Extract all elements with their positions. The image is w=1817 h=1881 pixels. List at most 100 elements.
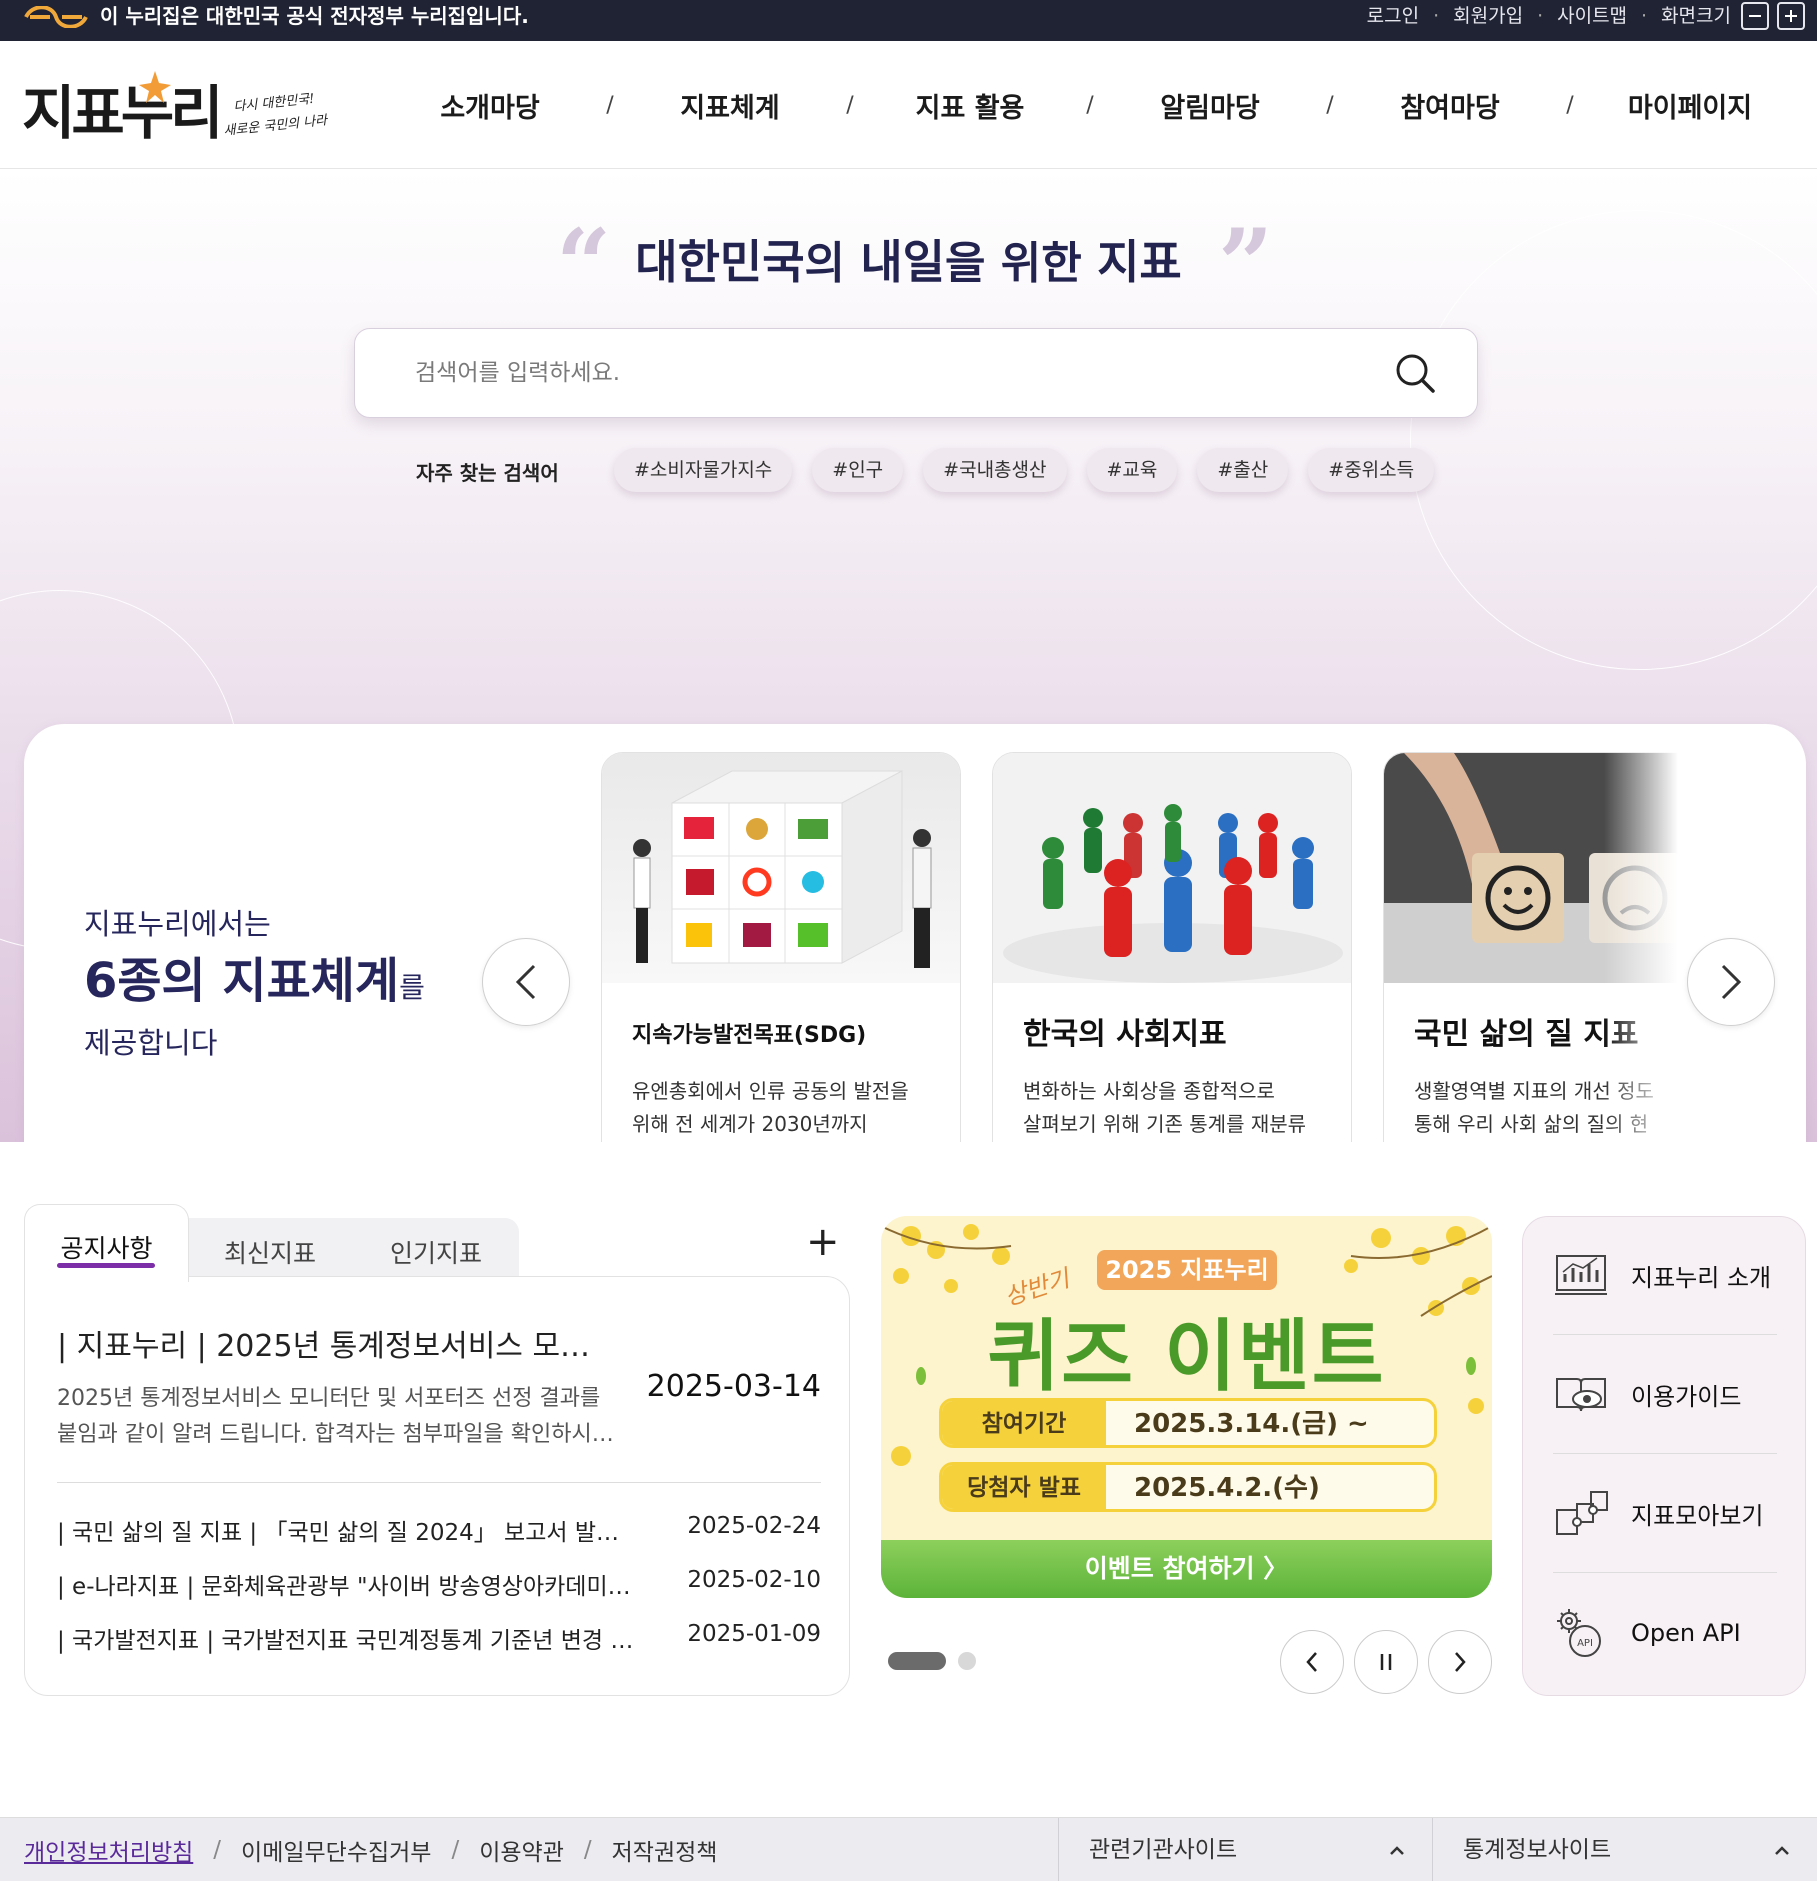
cards-prev-button[interactable] bbox=[482, 938, 570, 1026]
banner-pause-button[interactable] bbox=[1354, 1630, 1418, 1694]
sitemap-link[interactable]: 사이트맵 bbox=[1557, 2, 1627, 30]
keyword-chip[interactable]: #소비자물가지수 bbox=[614, 448, 793, 492]
tab-latest-indicators[interactable]: 최신지표 bbox=[224, 1234, 316, 1270]
gov-notice-text: 이 누리집은 대한민국 공식 전자정부 누리집입니다. bbox=[100, 4, 529, 28]
tab-popular-indicators[interactable]: 인기지표 bbox=[390, 1234, 482, 1270]
nav-indicator-use[interactable]: 지표 활용 bbox=[884, 86, 1056, 125]
zoom-out-button[interactable] bbox=[1741, 2, 1769, 30]
egov-logo-icon bbox=[24, 6, 88, 28]
cards-next-button[interactable] bbox=[1687, 938, 1775, 1026]
intro-line1: 지표누리에서는 bbox=[84, 907, 271, 941]
nav-separator: / bbox=[1566, 92, 1574, 118]
select-label: 통계정보사이트 bbox=[1463, 1837, 1612, 1863]
announce-label: 당첨자 발표 bbox=[942, 1465, 1106, 1509]
join-event-button[interactable]: 이벤트 참여하기 〉 bbox=[881, 1540, 1492, 1598]
notice-row[interactable]: | 국가발전지표 | 국가발전지표 국민계정통계 기준년 변경 안내 2025-… bbox=[57, 1621, 821, 1661]
terms-link[interactable]: 이용약관 bbox=[479, 1833, 564, 1867]
quick-link-collection[interactable]: 지표모아보기 bbox=[1553, 1455, 1777, 1573]
chevron-right-icon bbox=[1455, 1652, 1466, 1672]
nav-notice[interactable]: 알림마당 bbox=[1124, 86, 1296, 125]
site-logo[interactable]: 지표누리 다시 대한민국! 새로운 국민의 나라 bbox=[22, 63, 342, 147]
event-banner[interactable]: 상반기 2025 지표누리 퀴즈 이벤트 참여기간 2025.3.14.(금) … bbox=[881, 1216, 1492, 1598]
card-title: 한국의 사회지표 bbox=[1023, 1017, 1227, 1052]
stats-sites-select[interactable]: 통계정보사이트 bbox=[1432, 1818, 1817, 1881]
notice-row[interactable]: | e-나라지표 | 문화체육관광부 "사이버 방송영상아카데미" 지표 신규 … bbox=[57, 1567, 821, 1607]
people-figures-image bbox=[993, 753, 1351, 983]
nav-intro[interactable]: 소개마당 bbox=[404, 86, 576, 125]
banner-tag: 2025 지표누리 bbox=[1097, 1250, 1277, 1290]
chart-monitor-icon bbox=[1555, 1254, 1607, 1295]
period-value: 2025.3.14.(금) ~ 3.28(금) bbox=[1134, 1409, 1369, 1439]
notice-title: | 국민 삶의 질 지표 | 「국민 삶의 질 2024」 보고서 발간 안내 bbox=[57, 1520, 637, 1546]
footer-separator: / bbox=[213, 1837, 222, 1863]
keyword-chip[interactable]: #교육 bbox=[1086, 448, 1178, 492]
announce-value: 2025.4.2.(수) bbox=[1134, 1473, 1320, 1503]
footer-bar: 개인정보처리방침 / 이메일무단수집거부 / 이용약관 / 저작권정책 관련기관… bbox=[0, 1817, 1817, 1881]
featured-notice-date: 2025-03-14 bbox=[646, 1369, 821, 1404]
featured-notice-title[interactable]: | 지표누리 | 2025년 통계정보서비스 모니터단 및 서포터즈 선정 결과 bbox=[57, 1321, 617, 1365]
nav-separator: / bbox=[1086, 92, 1094, 118]
screen-size-label: 화면크기 bbox=[1661, 5, 1731, 27]
chevron-left-icon bbox=[515, 964, 536, 1000]
util-separator: · bbox=[1433, 5, 1440, 27]
login-link[interactable]: 로그인 bbox=[1367, 2, 1419, 30]
system-card-sdg[interactable]: 지속가능발전목표(SDG) 유엔총회에서 인류 공동의 발전을 위해 전 세계가… bbox=[601, 752, 961, 1142]
quick-link-label: 이용가이드 bbox=[1631, 1383, 1742, 1411]
quick-link-guide[interactable]: 이용가이드 bbox=[1553, 1336, 1777, 1454]
quick-link-open-api[interactable]: API Open API bbox=[1553, 1574, 1777, 1692]
select-label: 관련기관사이트 bbox=[1089, 1837, 1238, 1863]
system-card-social[interactable]: 한국의 사회지표 변화하는 사회상을 종합적으로 살펴보기 위해 기존 통계를 … bbox=[992, 752, 1352, 1142]
notice-date: 2025-01-09 bbox=[687, 1621, 821, 1647]
banner-prev-button[interactable] bbox=[1280, 1630, 1344, 1694]
notice-title: | e-나라지표 | 문화체육관광부 "사이버 방송영상아카데미" 지표 신규 … bbox=[57, 1574, 637, 1600]
search-icon[interactable] bbox=[1393, 351, 1437, 395]
banner-next-button[interactable] bbox=[1428, 1630, 1492, 1694]
keyword-chip[interactable]: #출산 bbox=[1197, 448, 1289, 492]
logo-text: 지표누리 bbox=[22, 79, 219, 147]
pagination-dot-active[interactable] bbox=[888, 1652, 946, 1670]
tab-notice[interactable]: 공지사항 bbox=[24, 1204, 189, 1282]
winner-announce-row: 당첨자 발표 2025.4.2.(수) bbox=[939, 1462, 1437, 1512]
zoom-in-button[interactable] bbox=[1777, 2, 1805, 30]
quick-link-label: 지표누리 소개 bbox=[1631, 1264, 1772, 1292]
pagination-dot[interactable] bbox=[958, 1652, 976, 1670]
keyword-chip[interactable]: #국내총생산 bbox=[923, 448, 1067, 492]
quick-links: 지표누리 소개 이용가이드 지표모아보기 API Open API bbox=[1522, 1216, 1806, 1696]
copyright-policy-link[interactable]: 저작권정책 bbox=[612, 1833, 718, 1867]
intro-big: 6종의 지표체계 bbox=[84, 953, 400, 1009]
hero-section: “ ” 대한민국의 내일을 위한 지표 자주 찾는 검색어 #소비자물가지수 #… bbox=[0, 170, 1817, 1142]
nav-separator: / bbox=[606, 92, 614, 118]
quick-link-about[interactable]: 지표누리 소개 bbox=[1553, 1217, 1777, 1335]
quick-link-label: Open API bbox=[1631, 1619, 1741, 1647]
signup-link[interactable]: 회원가입 bbox=[1453, 2, 1523, 30]
cards-carousel: 지속가능발전목표(SDG) 유엔총회에서 인류 공동의 발전을 위해 전 세계가… bbox=[601, 752, 1678, 1142]
intro-line3: 제공합니다 bbox=[84, 1026, 218, 1060]
nav-indicator-system[interactable]: 지표체계 bbox=[644, 86, 816, 125]
privacy-policy-link[interactable]: 개인정보처리방침 bbox=[24, 1833, 193, 1867]
book-eye-icon bbox=[1556, 1377, 1606, 1411]
notice-list: | 지표누리 | 2025년 통계정보서비스 모니터단 및 서포터즈 선정 결과… bbox=[24, 1276, 850, 1696]
card-description: 변화하는 사회상을 종합적으로 살펴보기 위해 기존 통계를 재분류 및 가공하… bbox=[1023, 1079, 1307, 1136]
nav-participation[interactable]: 참여마당 bbox=[1364, 86, 1536, 125]
logo-slogan-line2: 새로운 국민의 나라 bbox=[223, 113, 330, 139]
summary-line: 2025년 통계정보서비스 모니터단 및 서포터즈 선정 결과를 bbox=[57, 1386, 601, 1411]
chevron-right-icon bbox=[1721, 964, 1742, 1000]
nav-separator: / bbox=[846, 92, 854, 118]
search-box bbox=[354, 328, 1478, 418]
more-button[interactable]: + bbox=[806, 1222, 840, 1262]
title-part-indicator: 지표 bbox=[1097, 235, 1182, 289]
search-input[interactable] bbox=[415, 353, 1315, 393]
event-period-row: 참여기간 2025.3.14.(금) ~ 3.28(금) bbox=[939, 1398, 1437, 1448]
notice-date: 2025-02-10 bbox=[687, 1567, 821, 1593]
email-refusal-link[interactable]: 이메일무단수집거부 bbox=[241, 1833, 431, 1867]
utility-links: 로그인 · 회원가입 · 사이트맵 · 화면크기 bbox=[1367, 2, 1731, 30]
chevron-up-icon bbox=[1390, 1846, 1404, 1855]
keyword-chip[interactable]: #인구 bbox=[812, 448, 904, 492]
keyword-chip[interactable]: #중위소득 bbox=[1308, 448, 1435, 492]
quick-link-label: 지표모아보기 bbox=[1631, 1502, 1764, 1530]
title-part-korea: 대한민국 bbox=[635, 235, 805, 289]
nav-mypage[interactable]: 마이페이지 bbox=[1604, 86, 1776, 125]
related-sites-select[interactable]: 관련기관사이트 bbox=[1058, 1818, 1432, 1881]
api-gear-icon: API bbox=[1557, 1609, 1601, 1657]
notice-row[interactable]: | 국민 삶의 질 지표 | 「국민 삶의 질 2024」 보고서 발간 안내 … bbox=[57, 1513, 821, 1553]
